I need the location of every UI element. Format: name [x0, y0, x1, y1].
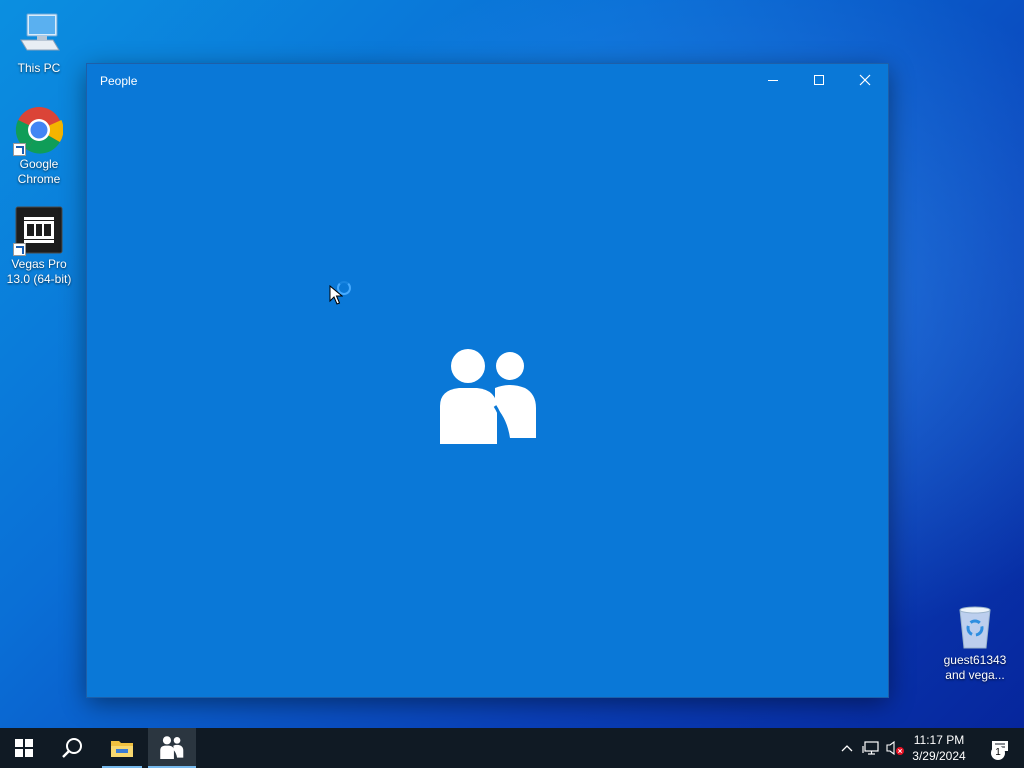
network-button[interactable]	[860, 728, 882, 768]
start-button[interactable]	[0, 728, 48, 768]
window-title: People	[100, 74, 138, 88]
volume-button[interactable]	[884, 728, 906, 768]
clock-time: 11:17 PM	[913, 733, 965, 747]
network-icon	[862, 741, 879, 755]
shortcut-arrow-icon	[13, 143, 26, 156]
file-explorer-button[interactable]	[98, 728, 146, 768]
mouse-pointer-icon	[329, 285, 343, 305]
show-hidden-icons-button[interactable]	[836, 728, 858, 768]
recycle-bin-icon	[951, 602, 999, 650]
notification-count-badge: 1	[991, 746, 1005, 760]
minimize-button[interactable]	[750, 64, 796, 96]
desktop-icon-this-pc[interactable]: This PC	[1, 10, 77, 76]
desktop-icon-google-chrome[interactable]: Google Chrome	[1, 106, 77, 187]
clock-date: 3/29/2024	[912, 749, 966, 763]
this-pc-icon	[15, 10, 63, 58]
vegas-pro-icon	[13, 206, 63, 256]
people-app-window[interactable]: People	[87, 64, 888, 697]
chevron-up-icon	[841, 745, 853, 752]
people-icon	[160, 736, 184, 760]
search-button[interactable]	[48, 728, 96, 768]
desktop-icon-label: This PC	[17, 61, 61, 75]
shortcut-arrow-icon	[13, 243, 26, 256]
windows-logo-icon	[15, 739, 33, 757]
people-taskbar-button[interactable]	[148, 728, 196, 768]
maximize-icon	[814, 75, 824, 85]
folder-icon	[111, 741, 133, 757]
desktop-icon-vegas-pro[interactable]: Vegas Pro 13.0 (64-bit)	[1, 206, 77, 287]
close-icon	[859, 74, 871, 86]
system-clock[interactable]: 11:17 PM 3/29/2024	[904, 732, 974, 764]
desktop-icon-recycle-bin[interactable]: guest61343 and vega...	[937, 602, 1013, 683]
search-icon	[62, 738, 82, 758]
desktop-icon-label: Google Chrome	[17, 157, 61, 186]
taskbar: 11:17 PM 3/29/2024 1	[0, 728, 1024, 768]
desktop-icon-label: guest61343 and vega...	[943, 653, 1007, 682]
chrome-icon	[13, 106, 64, 156]
title-bar[interactable]: People	[87, 64, 888, 96]
volume-muted-icon	[886, 740, 904, 756]
people-splash-icon	[439, 348, 539, 448]
maximize-button[interactable]	[796, 64, 842, 96]
minimize-icon	[768, 80, 778, 81]
close-button[interactable]	[842, 64, 888, 96]
desktop-icon-label: Vegas Pro 13.0 (64-bit)	[6, 257, 72, 286]
